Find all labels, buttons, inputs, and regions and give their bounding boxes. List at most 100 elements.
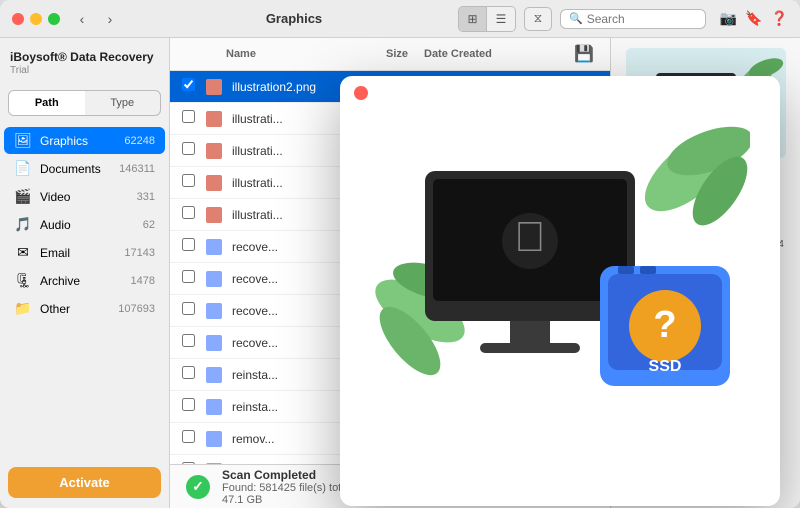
audio-icon: 🎵	[14, 216, 32, 233]
sidebar-item-archive[interactable]: 🗜 Archive 1478	[4, 267, 165, 294]
titlebar: ‹ › Graphics ⊞ ☰ ⧖ 🔍 📷 🔖 ❓	[0, 0, 800, 38]
file-checkbox[interactable]	[182, 142, 195, 155]
file-checkbox-cell	[182, 398, 206, 416]
file-type-icon	[206, 143, 226, 159]
camera-icon[interactable]: 📷	[720, 10, 737, 27]
file-checkbox-cell	[182, 366, 206, 384]
sidebar-count-video: 331	[137, 191, 155, 203]
activate-button[interactable]: Activate	[8, 467, 161, 498]
list-view-button[interactable]: ☰	[487, 7, 515, 31]
file-checkbox-cell	[182, 174, 206, 192]
grid-view-button[interactable]: ⊞	[459, 7, 487, 31]
app-title: iBoysoft® Data Recovery	[10, 50, 159, 64]
sidebar-label-graphics: Graphics	[40, 134, 116, 148]
other-icon: 📁	[14, 300, 32, 317]
titlebar-right: ⊞ ☰ ⧖ 🔍 📷 🔖 ❓	[458, 6, 788, 32]
sidebar-label-documents: Documents	[40, 162, 111, 176]
sidebar: iBoysoft® Data Recovery Trial Path Type …	[0, 38, 170, 508]
file-type-icon	[206, 79, 226, 95]
file-type-icon	[206, 239, 226, 255]
graphics-icon: 🖼	[14, 132, 32, 149]
path-tab[interactable]: Path	[9, 91, 85, 115]
titlebar-title: Graphics	[130, 11, 458, 26]
col-name-header: Name	[226, 48, 344, 60]
sidebar-item-email[interactable]: ✉ Email 17143	[4, 239, 165, 266]
minimize-button[interactable]	[30, 13, 42, 25]
sidebar-item-other[interactable]: 📁 Other 107693	[4, 295, 165, 322]
file-checkbox[interactable]	[182, 334, 195, 347]
sidebar-item-graphics[interactable]: 🖼 Graphics 62248	[4, 127, 165, 154]
file-checkbox[interactable]	[182, 174, 195, 187]
file-type-icon	[206, 175, 226, 191]
sidebar-count-documents: 146311	[119, 163, 155, 175]
sidebar-tabs: Path Type	[8, 90, 161, 116]
file-name: illustration2.png	[232, 80, 344, 94]
file-type-icon	[206, 207, 226, 223]
video-icon: 🎬	[14, 188, 32, 205]
maximize-button[interactable]	[48, 13, 60, 25]
titlebar-icons: 📷 🔖 ❓	[720, 10, 788, 27]
popup-close-button[interactable]	[354, 86, 368, 100]
search-bar: 🔍	[560, 9, 706, 29]
file-checkbox[interactable]	[182, 238, 195, 251]
file-checkbox-cell	[182, 238, 206, 256]
file-checkbox[interactable]	[182, 430, 195, 443]
file-type-icon	[206, 303, 226, 319]
archive-icon: 🗜	[14, 272, 32, 289]
file-checkbox[interactable]	[182, 302, 195, 315]
file-checkbox-cell	[182, 430, 206, 448]
file-checkbox[interactable]	[182, 206, 195, 219]
popup-illustration:  ? SSD	[370, 111, 750, 471]
bookmark-icon[interactable]: 🔖	[745, 10, 762, 27]
file-type-icon	[206, 111, 226, 127]
search-icon: 🔍	[569, 12, 583, 25]
close-button[interactable]	[12, 13, 24, 25]
content-area: Name Size Date Created 💾 illustration2.p…	[170, 38, 800, 508]
scan-complete-icon: ✓	[186, 475, 210, 499]
documents-icon: 📄	[14, 160, 32, 177]
sidebar-label-other: Other	[40, 302, 110, 316]
sidebar-count-audio: 62	[143, 219, 155, 231]
col-save-header: 💾	[574, 44, 598, 64]
nav-arrows: ‹ ›	[70, 7, 122, 31]
svg-text:SSD: SSD	[649, 358, 682, 375]
sidebar-label-archive: Archive	[40, 274, 123, 288]
type-tab[interactable]: Type	[85, 91, 161, 115]
help-icon[interactable]: ❓	[771, 10, 788, 27]
sidebar-header: iBoysoft® Data Recovery Trial	[0, 38, 169, 84]
forward-button[interactable]: ›	[98, 7, 122, 31]
file-list-header: Name Size Date Created 💾	[170, 38, 610, 71]
sidebar-count-graphics: 62248	[124, 135, 155, 147]
sidebar-count-archive: 1478	[131, 275, 155, 287]
file-type-icon	[206, 399, 226, 415]
file-checkbox-cell	[182, 334, 206, 352]
file-checkbox-cell	[182, 302, 206, 320]
sidebar-count-other: 107693	[118, 303, 155, 315]
sidebar-item-audio[interactable]: 🎵 Audio 62	[4, 211, 165, 238]
main-content: iBoysoft® Data Recovery Trial Path Type …	[0, 38, 800, 508]
file-type-icon	[206, 335, 226, 351]
sidebar-item-documents[interactable]: 📄 Documents 146311	[4, 155, 165, 182]
traffic-lights	[12, 13, 60, 25]
app-window: ‹ › Graphics ⊞ ☰ ⧖ 🔍 📷 🔖 ❓ iBoys	[0, 0, 800, 508]
svg-text:: 	[514, 213, 546, 260]
col-date-header: Date Created	[424, 48, 574, 60]
back-button[interactable]: ‹	[70, 7, 94, 31]
sidebar-label-email: Email	[40, 246, 116, 260]
file-checkbox[interactable]	[182, 398, 195, 411]
file-type-icon	[206, 271, 226, 287]
svg-text:?: ?	[653, 304, 676, 346]
col-size-header: Size	[344, 48, 424, 60]
file-checkbox-cell	[182, 142, 206, 160]
file-checkbox[interactable]	[182, 78, 195, 91]
sidebar-item-video[interactable]: 🎬 Video 331	[4, 183, 165, 210]
file-checkbox[interactable]	[182, 270, 195, 283]
search-input[interactable]	[587, 12, 697, 26]
preview-popup:  ? SSD	[340, 76, 780, 506]
file-checkbox[interactable]	[182, 110, 195, 123]
sidebar-label-video: Video	[40, 190, 129, 204]
file-checkbox-cell	[182, 78, 206, 96]
filter-button[interactable]: ⧖	[524, 7, 552, 31]
file-type-icon	[206, 431, 226, 447]
file-checkbox[interactable]	[182, 366, 195, 379]
